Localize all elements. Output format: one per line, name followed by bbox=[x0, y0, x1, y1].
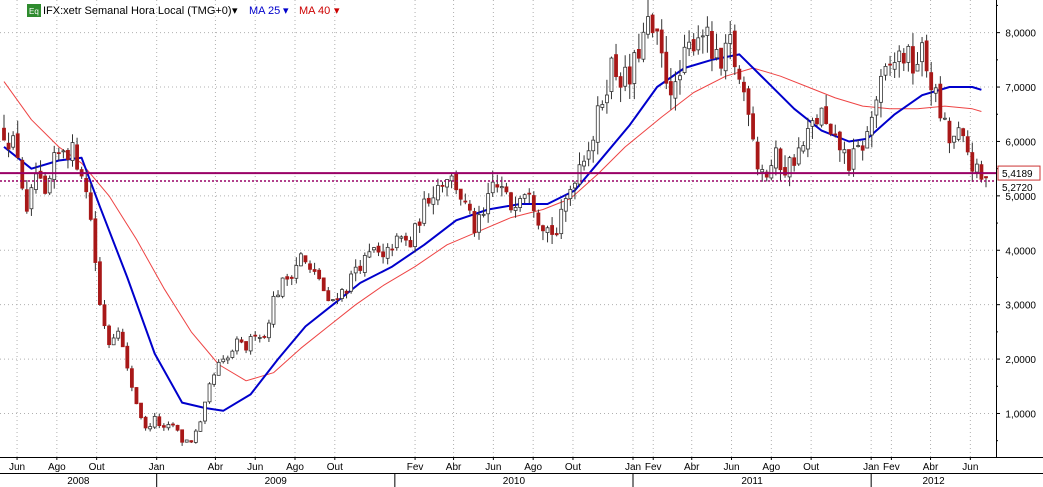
ma-long-legend: MA 40 bbox=[299, 5, 330, 17]
y-tick-label: 2,0000 bbox=[1005, 355, 1036, 366]
x-month-label: Fev bbox=[407, 462, 424, 473]
candle bbox=[139, 402, 143, 420]
x-month-label: Ago bbox=[524, 462, 542, 473]
eq-badge-label: Eq bbox=[29, 7, 39, 16]
ma-short-dropdown-icon[interactable]: ▾ bbox=[283, 5, 289, 17]
x-month-label: Jan bbox=[149, 462, 165, 473]
candle bbox=[924, 34, 929, 78]
candle bbox=[207, 382, 212, 404]
candle bbox=[509, 191, 513, 213]
x-month-label: Jan bbox=[863, 462, 879, 473]
candle bbox=[175, 424, 180, 432]
candle bbox=[47, 175, 52, 196]
y-tick-label: 1,0000 bbox=[1005, 409, 1036, 420]
x-month-label: Abr bbox=[684, 462, 700, 473]
candle bbox=[298, 252, 303, 267]
x-month-label: Ago bbox=[286, 462, 304, 473]
candle bbox=[203, 401, 207, 425]
candle bbox=[134, 387, 139, 405]
y-axis-bg bbox=[996, 0, 1043, 457]
x-year-label: 2012 bbox=[922, 476, 945, 487]
ma-short-legend: MA 25 bbox=[249, 5, 280, 17]
candle bbox=[230, 349, 235, 359]
candle bbox=[349, 270, 354, 294]
candle bbox=[317, 268, 322, 281]
candle bbox=[129, 365, 134, 392]
candle bbox=[212, 372, 217, 387]
candle bbox=[125, 342, 130, 371]
x-month-label: Ago bbox=[762, 462, 780, 473]
ma-long-dropdown-icon[interactable]: ▾ bbox=[334, 5, 340, 17]
x-year-label: 2008 bbox=[67, 476, 90, 487]
x-month-label: Out bbox=[327, 462, 343, 473]
instrument-label: IFX:xetr Semanal Hora Local (TMG+0) bbox=[43, 5, 232, 17]
candle bbox=[93, 211, 98, 272]
x-month-label: Jun bbox=[485, 462, 501, 473]
candle bbox=[271, 291, 276, 328]
level-solid-label: 5,4189 bbox=[1002, 169, 1033, 180]
x-month-label: Abr bbox=[208, 462, 224, 473]
price-chart: 8,00007,00006,00005,00004,00003,00002,00… bbox=[0, 0, 1043, 487]
y-tick-label: 3,0000 bbox=[1005, 301, 1036, 312]
x-month-label: Out bbox=[89, 462, 105, 473]
x-month-label: Jan bbox=[625, 462, 641, 473]
candle bbox=[280, 277, 285, 299]
x-month-label: Fev bbox=[645, 462, 662, 473]
x-year-label: 2011 bbox=[741, 476, 763, 487]
candle bbox=[472, 207, 477, 237]
x-year-label: 2009 bbox=[265, 476, 288, 487]
candle bbox=[321, 277, 326, 292]
instrument-dropdown-icon[interactable]: ▾ bbox=[232, 5, 238, 17]
candle bbox=[819, 107, 824, 128]
x-axis: Jun Ago Out Jan Abr Jun Ago Out Fev Abr Jun Ago Out J… bbox=[0, 457, 1043, 487]
x-month-label: Abr bbox=[923, 462, 939, 473]
candle bbox=[198, 420, 203, 432]
x-month-label: Jun bbox=[723, 462, 739, 473]
candle bbox=[184, 439, 189, 443]
y-axis: 8,00007,00006,00005,00004,00003,00002,00… bbox=[996, 0, 1043, 487]
candle bbox=[828, 123, 833, 137]
x-month-label: Fev bbox=[883, 462, 900, 473]
y-tick-label: 8,0000 bbox=[1005, 29, 1036, 40]
x-month-label: Jun bbox=[962, 462, 978, 473]
candle bbox=[394, 233, 399, 251]
x-year-label: 2010 bbox=[503, 476, 526, 487]
y-tick-label: 6,0000 bbox=[1005, 137, 1036, 148]
x-month-label: Jun bbox=[247, 462, 263, 473]
x-month-label: Out bbox=[565, 462, 581, 473]
x-month-label: Ago bbox=[48, 462, 66, 473]
candle bbox=[193, 429, 198, 444]
x-month-label: Jun bbox=[9, 462, 25, 473]
x-month-label: Out bbox=[803, 462, 819, 473]
y-tick-label: 4,0000 bbox=[1005, 246, 1036, 257]
x-month-label: Abr bbox=[446, 462, 462, 473]
candle bbox=[98, 257, 102, 306]
level-dotted-label: 5,2720 bbox=[1002, 183, 1033, 194]
y-tick-label: 7,0000 bbox=[1005, 83, 1036, 94]
candle bbox=[107, 324, 111, 349]
